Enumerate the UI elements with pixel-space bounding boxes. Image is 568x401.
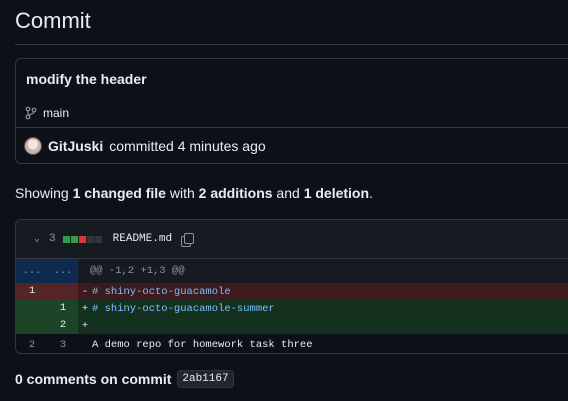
hunk-header-row: ... ... @@ -1,2 +1,3 @@ xyxy=(16,259,568,283)
diff-marker: - xyxy=(81,285,89,298)
diff-line-addition: 1 + # shiny-octo-guacamole-summer xyxy=(16,300,568,317)
expand-down-button[interactable]: ... xyxy=(48,259,78,283)
new-line-number[interactable]: 2 xyxy=(48,317,78,334)
diffstat-addition-block xyxy=(70,235,78,243)
diff-line-text: # shiny-octo-guacamole-summer xyxy=(92,302,275,315)
chevron-down-icon[interactable]: ⌄ xyxy=(34,233,40,245)
diff-line-deletion: 1 - # shiny-octo-guacamole xyxy=(16,283,568,300)
expand-up-button[interactable]: ... xyxy=(16,259,48,283)
commit-header-box: modify the header main GitJuski committe… xyxy=(15,58,568,164)
summary-with: with xyxy=(165,185,199,201)
author-row: GitJuski committed 4 minutes ago xyxy=(24,137,266,155)
diffstat-neutral-block xyxy=(86,235,94,243)
title-divider xyxy=(15,44,568,45)
diff-line-context: 2 3 A demo repo for homework task three xyxy=(16,336,568,353)
branch-row[interactable]: main xyxy=(25,106,69,120)
commit-message: modify the header xyxy=(26,71,147,87)
diffstat-blocks xyxy=(62,235,102,243)
comments-heading: 0 comments on commit 2ab1167 xyxy=(15,370,234,388)
summary-suffix: . xyxy=(369,185,373,201)
committed-time: committed 4 minutes ago xyxy=(109,138,266,154)
summary-and: and xyxy=(272,185,304,201)
file-header: ⌄ 3 README.md xyxy=(16,220,568,259)
diffstat-addition-block xyxy=(62,235,70,243)
diff-summary: Showing 1 changed file with 2 additions … xyxy=(15,185,373,201)
changed-files-count: 1 changed file xyxy=(72,185,166,201)
author-divider xyxy=(16,127,568,128)
diffstat-deletion-block xyxy=(78,235,86,243)
summary-prefix: Showing xyxy=(15,185,73,201)
new-line-number[interactable] xyxy=(48,283,78,300)
change-count: 3 xyxy=(49,233,56,245)
diff-line-addition: 2 + xyxy=(16,317,568,334)
old-line-number[interactable]: 1 xyxy=(16,283,48,300)
comments-label: 0 comments on commit xyxy=(15,371,172,387)
author-name[interactable]: GitJuski xyxy=(48,138,103,154)
branch-name[interactable]: main xyxy=(43,106,69,120)
old-line-number[interactable] xyxy=(16,300,48,317)
diff-line-text: # shiny-octo-guacamole xyxy=(92,285,231,298)
new-line-number[interactable]: 1 xyxy=(48,300,78,317)
old-line-number[interactable] xyxy=(16,317,48,334)
additions-count: 2 additions xyxy=(198,185,273,201)
diff-marker: + xyxy=(81,319,89,332)
deletions-count: 1 deletion xyxy=(303,185,370,201)
new-line-number[interactable]: 3 xyxy=(48,339,78,351)
avatar[interactable] xyxy=(24,137,42,155)
file-diff: ⌄ 3 README.md ... ... @@ -1,2 +1,3 @@ 1 … xyxy=(15,219,568,354)
diff-line-text: A demo repo for homework task three xyxy=(92,338,313,351)
commit-sha[interactable]: 2ab1167 xyxy=(177,370,234,388)
hunk-header: @@ -1,2 +1,3 @@ xyxy=(90,265,185,277)
page-title: Commit xyxy=(15,8,91,33)
old-line-number[interactable]: 2 xyxy=(16,339,48,351)
copy-icon[interactable] xyxy=(181,233,195,247)
diffstat-neutral-block xyxy=(94,235,102,243)
diff-marker: + xyxy=(81,302,89,315)
file-name[interactable]: README.md xyxy=(113,233,172,245)
git-branch-icon xyxy=(25,106,37,120)
